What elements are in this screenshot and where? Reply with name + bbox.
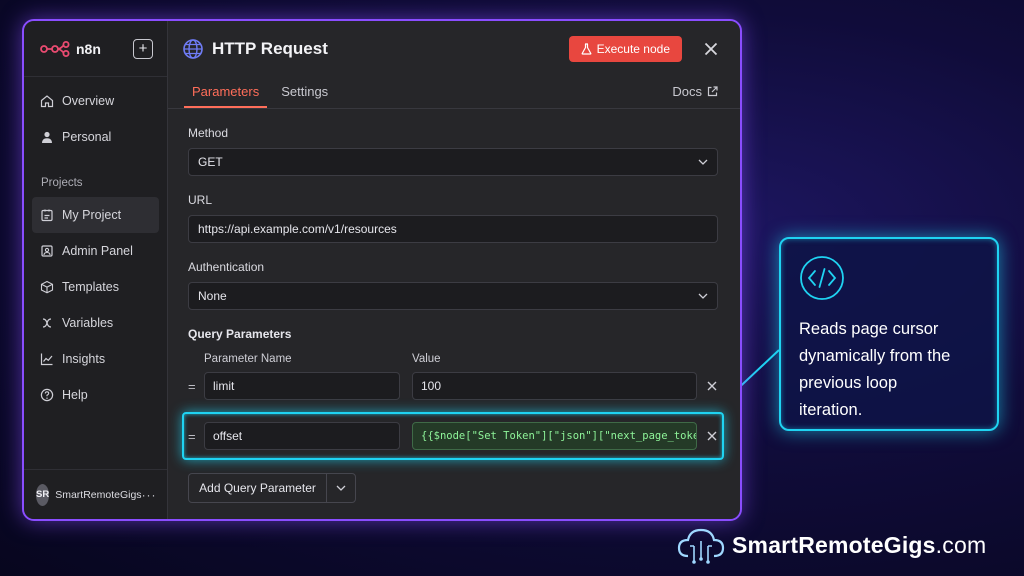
- tab-bar: Parameters Settings Docs: [168, 77, 740, 109]
- callout-text: Reads page cursor dynamically from the p…: [799, 320, 951, 419]
- admin-icon: [41, 245, 53, 257]
- execute-node-label: Execute node: [596, 42, 670, 56]
- sidebar-item-label: My Project: [62, 208, 122, 222]
- sidebar-item-admin-panel[interactable]: Admin Panel: [24, 233, 167, 269]
- add-query-parameter-label: Add Query Parameter: [189, 474, 327, 502]
- brand-bar: n8n +: [24, 21, 167, 77]
- more-options-icon[interactable]: ···: [142, 488, 157, 502]
- tab-parameters[interactable]: Parameters: [184, 84, 268, 108]
- chart-icon: [40, 353, 53, 366]
- flask-icon: [581, 43, 592, 55]
- execute-node-button[interactable]: Execute node: [568, 36, 682, 62]
- sidebar-item-label: Variables: [62, 316, 114, 330]
- url-label: URL: [188, 193, 213, 207]
- external-link-icon: [707, 86, 718, 97]
- panel-header: HTTP Request Execute node: [168, 21, 740, 77]
- add-button[interactable]: +: [133, 38, 153, 59]
- watermark-bold: SmartRemoteGigs: [732, 531, 936, 558]
- parameter-name-input[interactable]: offset: [204, 422, 400, 450]
- query-param-row: = limit 100: [188, 371, 718, 401]
- authentication-value: None: [198, 289, 227, 303]
- add-query-parameter-button[interactable]: Add Query Parameter: [188, 473, 356, 503]
- parameter-name-input[interactable]: limit: [204, 372, 400, 400]
- watermark-suffix: .com: [935, 531, 987, 558]
- avatar[interactable]: SR: [36, 483, 50, 506]
- authentication-select[interactable]: None: [188, 282, 718, 310]
- sidebar-item-help[interactable]: Help: [24, 377, 167, 413]
- projects-section-label: Projects: [41, 177, 83, 189]
- parameter-name-header: Parameter Name: [204, 353, 292, 365]
- close-icon[interactable]: [704, 42, 718, 56]
- add-options-dropdown[interactable]: [327, 474, 355, 502]
- drag-handle-icon[interactable]: =: [188, 379, 204, 394]
- tab-settings[interactable]: Settings: [273, 84, 336, 108]
- cloud-circuit-icon: [677, 528, 725, 564]
- variable-icon: [42, 318, 52, 328]
- query-parameters-label: Query Parameters: [188, 327, 292, 341]
- code-icon: [800, 256, 844, 300]
- sidebar-item-label: Insights: [62, 352, 106, 366]
- page-title: HTTP Request: [212, 39, 328, 58]
- docs-label: Docs: [672, 84, 702, 99]
- sidebar-item-my-project[interactable]: My Project: [32, 197, 159, 233]
- sidebar-item-label: Templates: [62, 280, 119, 294]
- chevron-down-icon: [698, 293, 708, 299]
- node-panel: HTTP Request Execute node Parameters Set…: [168, 21, 740, 519]
- method-value: GET: [198, 155, 223, 169]
- watermark-text: SmartRemoteGigs.com: [732, 532, 986, 559]
- watermark-logo: SmartRemoteGigs.com: [676, 526, 986, 564]
- query-param-row-highlighted: = offset {{$node["Set Token"]["json"]["n…: [182, 412, 724, 460]
- drag-handle-icon[interactable]: =: [188, 429, 204, 444]
- sidebar-item-templates[interactable]: Templates: [24, 269, 167, 305]
- expression-value-input[interactable]: {{$node["Set Token"]["json"]["next_page_…: [412, 422, 697, 450]
- home-icon: [40, 95, 54, 108]
- app-window: n8n + Overview Personal Projects My Proj…: [22, 19, 742, 521]
- sidebar-item-overview[interactable]: Overview: [24, 83, 167, 119]
- remove-parameter-icon[interactable]: [707, 381, 717, 391]
- nav-top: Overview Personal: [24, 77, 167, 155]
- docs-link[interactable]: Docs: [672, 84, 718, 99]
- sidebar-item-label: Overview: [62, 94, 115, 108]
- authentication-label: Authentication: [188, 260, 265, 274]
- method-select[interactable]: GET: [188, 148, 718, 176]
- method-label: Method: [188, 126, 229, 140]
- globe-icon: [183, 39, 203, 59]
- value-header: Value: [412, 353, 441, 365]
- sidebar-item-personal[interactable]: Personal: [24, 119, 167, 155]
- brand-name: n8n: [76, 40, 101, 57]
- sidebar-item-label: Personal: [62, 130, 112, 144]
- url-value: https://api.example.com/v1/resources: [198, 222, 397, 236]
- n8n-logo-icon: [40, 40, 70, 57]
- user-icon: [42, 131, 52, 143]
- callout-box: Reads page cursor dynamically from the p…: [779, 237, 999, 431]
- remove-parameter-icon[interactable]: [707, 431, 717, 441]
- parameter-value-input[interactable]: 100: [412, 372, 697, 400]
- chevron-down-icon: [336, 485, 346, 491]
- query-parameters-header: Parameter Name Value: [188, 353, 718, 365]
- chevron-down-icon: [698, 159, 708, 165]
- user-row[interactable]: SR SmartRemoteGigs ···: [24, 469, 167, 519]
- parameters-form: Method GET URL https://api.example.com/v…: [168, 126, 740, 503]
- sidebar-item-label: Admin Panel: [62, 244, 133, 258]
- sidebar-item-variables[interactable]: Variables: [24, 305, 167, 341]
- user-name: SmartRemoteGigs: [55, 488, 142, 501]
- help-icon: [40, 388, 54, 402]
- sidebar-item-insights[interactable]: Insights: [24, 341, 167, 377]
- sidebar-item-label: Help: [62, 388, 88, 402]
- url-input[interactable]: https://api.example.com/v1/resources: [188, 215, 718, 243]
- project-icon: [41, 209, 53, 222]
- box-icon: [40, 280, 54, 294]
- sidebar: n8n + Overview Personal Projects My Proj…: [24, 21, 168, 519]
